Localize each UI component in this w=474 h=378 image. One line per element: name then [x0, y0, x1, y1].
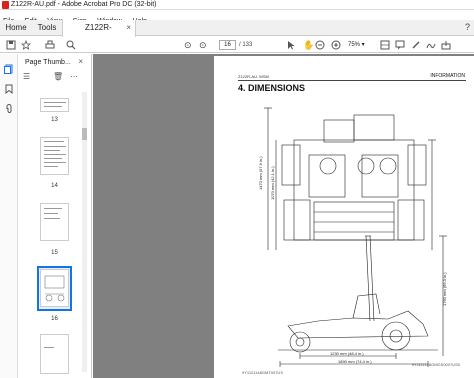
thumbnail-page-15[interactable] — [40, 203, 69, 241]
document-viewer[interactable]: Z122R-AU, WSM INFORMATION 4. DIMENSIONS — [93, 54, 474, 378]
side-view-drawing: 1760 mm (69.3 in.) 1230 mm (48.4 in.) 18… — [278, 235, 447, 367]
thumbnail-16-drawing — [44, 275, 65, 302]
thumbnails-panel-title: Page Thumb... — [25, 59, 71, 66]
acrobat-window: Z122R-AU.pdf - Adobe Acrobat Pro DC (32-… — [0, 0, 474, 378]
close-tab-icon[interactable]: × — [126, 20, 131, 36]
thumbnail-page-16[interactable] — [40, 269, 69, 307]
fit-page-icon[interactable] — [380, 40, 390, 50]
zoom-in-icon[interactable] — [331, 40, 341, 50]
star-icon[interactable] — [21, 40, 31, 50]
thumbnail-options-icon[interactable]: ☰ — [23, 72, 30, 81]
sign-icon[interactable] — [426, 40, 436, 50]
previous-page-icon[interactable]: ⊙ — [184, 39, 192, 51]
page-header-left: Z122R-AU, WSM — [238, 74, 269, 79]
bookmark-icon[interactable] — [4, 84, 14, 94]
tab-tools[interactable]: Tools — [32, 20, 62, 36]
zoom-out-icon[interactable] — [315, 40, 325, 50]
share-icon[interactable] — [441, 40, 451, 50]
print-icon[interactable] — [45, 40, 55, 50]
menu-bar: File Edit View Sign Window Help — [0, 10, 474, 25]
more-options-icon[interactable]: ⋯ — [70, 72, 78, 81]
thumbnail-label-13: 13 — [51, 117, 58, 123]
page-thumbnails-icon[interactable] — [4, 64, 14, 74]
pdf-page: Z122R-AU, WSM INFORMATION 4. DIMENSIONS — [214, 56, 474, 378]
figure-code: 9Y1121148GMT007US — [242, 370, 283, 375]
thumbnail-page-17[interactable] — [40, 334, 69, 374]
select-arrow-icon[interactable] — [286, 40, 296, 50]
page-number-input[interactable]: 16 — [219, 40, 236, 50]
close-panel-icon[interactable]: × — [78, 57, 83, 66]
dim-side-height: 1760 mm (69.3 in.) — [442, 272, 447, 306]
thumbnails-tools: ☰ 🗑 ⋯ — [23, 72, 87, 84]
thumbnail-label-15: 15 — [51, 250, 58, 256]
thumbnail-scrollbar[interactable] — [82, 92, 87, 372]
acrobat-logo-icon — [2, 1, 9, 9]
highlight-pen-icon[interactable] — [411, 40, 421, 50]
attachment-icon[interactable] — [4, 104, 14, 114]
header-rule — [238, 80, 466, 81]
tab-bar: Home Tools Z122R-AU.pdf × ? — [0, 20, 474, 48]
dim-side-wheelbase: 1230 mm (48.4 in.) — [330, 351, 364, 356]
save-icon[interactable] — [6, 40, 16, 50]
thumbnail-label-14: 14 — [51, 183, 58, 189]
search-icon[interactable] — [66, 40, 76, 50]
tab-document[interactable]: Z122R-AU.pdf × — [62, 20, 136, 48]
zoom-value: 75% — [348, 42, 361, 48]
tab-home[interactable]: Home — [0, 20, 32, 36]
comment-icon[interactable] — [395, 40, 405, 50]
zoom-select[interactable]: 75% ▾ — [348, 40, 365, 50]
thumbnail-page-14[interactable] — [40, 137, 69, 175]
delete-page-icon[interactable]: 🗑 — [53, 72, 63, 81]
window-title: Z122R-AU.pdf - Adobe Acrobat Pro DC (32-… — [11, 1, 157, 8]
dim-top-height: 1470 mm (57.9 in.) — [258, 156, 263, 190]
hand-tool-icon[interactable]: ✋ — [303, 39, 314, 51]
title-bar: Z122R-AU.pdf - Adobe Acrobat Pro DC (32-… — [0, 0, 474, 10]
page-footer-code: 9Y1111148GMGS0007US0 — [411, 362, 460, 367]
section-heading: 4. DIMENSIONS — [238, 83, 306, 93]
dim-side-length: 1890 mm (74.4 in.) — [338, 359, 372, 364]
thumbnail-label-16: 16 — [51, 316, 58, 322]
scrollbar-thumb[interactable] — [82, 128, 87, 140]
next-page-icon[interactable]: ⊙ — [199, 39, 207, 51]
help-icon[interactable]: ? — [465, 22, 470, 32]
thumbnail-page-13[interactable] — [40, 98, 69, 112]
toolbar: ⊙ ⊙ 16 / 133 ✋ 75% ▾ — [0, 37, 474, 53]
left-nav-rail — [0, 54, 18, 378]
dim-top-inner: 1070 mm (42.1 in.) — [270, 166, 275, 200]
page-header-right: INFORMATION — [430, 73, 465, 79]
page-total: / 133 — [239, 42, 253, 48]
